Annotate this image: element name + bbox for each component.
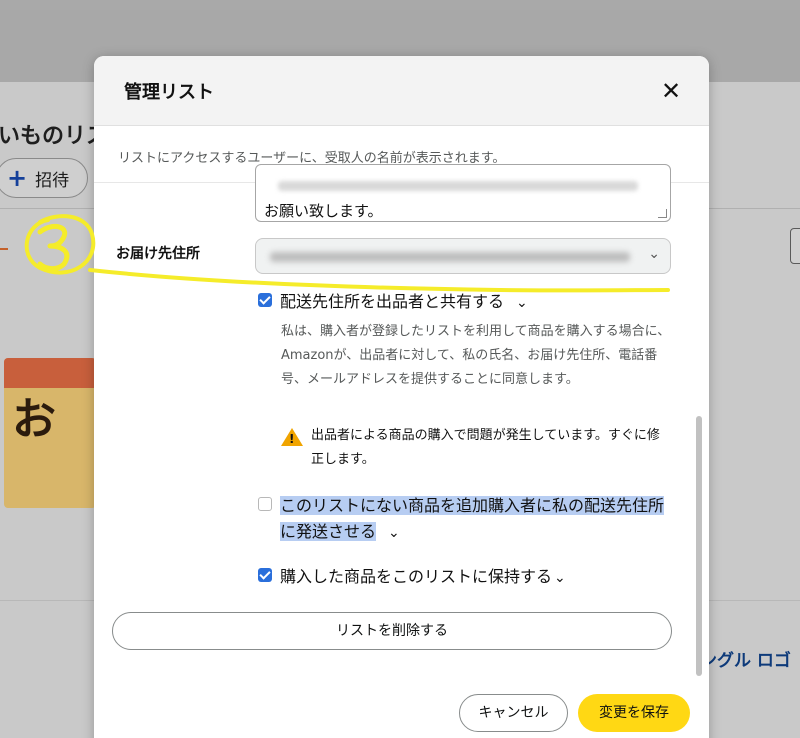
resize-handle-icon[interactable] <box>658 209 667 218</box>
bg-footer-link[interactable]: ングル ロゴ <box>700 646 791 671</box>
warning-message: ! 出品者による商品の購入で問題が発生しています。すぐに修正します。 <box>281 424 661 472</box>
share-address-checkbox[interactable] <box>258 293 272 307</box>
chevron-down-icon: ⌄ <box>648 246 660 262</box>
chevron-down-icon[interactable]: ⌄ <box>554 565 566 591</box>
modal-title: 管理リスト <box>124 82 214 103</box>
ship-unlisted-row[interactable]: このリストにない商品を追加購入者に私の配送先住所に発送させる ⌄ <box>258 493 678 546</box>
blurred-text <box>278 181 638 191</box>
product-band <box>4 358 96 388</box>
share-address-description: 私は、購入者が登録したリストを利用して商品を購入する場合に、Amazonが、出品… <box>281 324 671 387</box>
bg-right-control[interactable] <box>790 228 800 264</box>
blurred-address <box>270 252 630 262</box>
keep-purchased-row[interactable]: 購入した商品をこのリストに保持する ⌄ <box>258 564 566 591</box>
modal-scrollbar[interactable] <box>696 416 702 676</box>
save-changes-button[interactable]: 変更を保存 <box>578 694 690 732</box>
chevron-down-icon[interactable]: ⌄ <box>388 520 400 546</box>
bg-invite-button[interactable]: + 招待 <box>0 158 88 198</box>
message-textarea[interactable]: お願い致します。 <box>255 164 671 222</box>
ship-unlisted-label: このリストにない商品を追加購入者に私の配送先住所に発送させる <box>280 496 665 541</box>
product-graphic: お <box>12 394 56 445</box>
share-address-row[interactable]: 配送先住所を出品者と共有する ⌄ <box>258 289 528 316</box>
keep-purchased-checkbox[interactable] <box>258 568 272 582</box>
warning-icon: ! <box>281 428 303 446</box>
close-icon[interactable]: ✕ <box>658 78 684 104</box>
bg-top-bar <box>0 0 800 10</box>
ship-unlisted-checkbox[interactable] <box>258 497 272 511</box>
message-text: お願い致します。 <box>264 202 383 220</box>
bg-invite-label: 招待 <box>35 170 70 191</box>
keep-purchased-label: 購入した商品をこのリストに保持する <box>280 567 553 586</box>
chevron-down-icon[interactable]: ⌄ <box>516 290 528 316</box>
modal-header: 管理リスト ✕ <box>94 56 709 126</box>
plus-icon: + <box>7 164 28 192</box>
share-address-label: 配送先住所を出品者と共有する <box>280 292 505 311</box>
address-select[interactable]: ⌄ <box>255 238 671 274</box>
warning-text: 出品者による商品の購入で問題が発生しています。すぐに修正します。 <box>311 428 660 467</box>
cancel-button[interactable]: キャンセル <box>459 694 568 732</box>
address-label: お届け先住所 <box>116 246 200 262</box>
bg-product-image[interactable]: お <box>4 358 96 508</box>
manage-list-modal: 管理リスト ✕ リストにアクセスするユーザーに、受取人の名前が表示されます。 お… <box>94 56 709 738</box>
bg-orange-mark <box>0 248 8 250</box>
bg-list-title: いものリス <box>0 124 109 149</box>
delete-list-button[interactable]: リストを削除する <box>112 612 672 650</box>
